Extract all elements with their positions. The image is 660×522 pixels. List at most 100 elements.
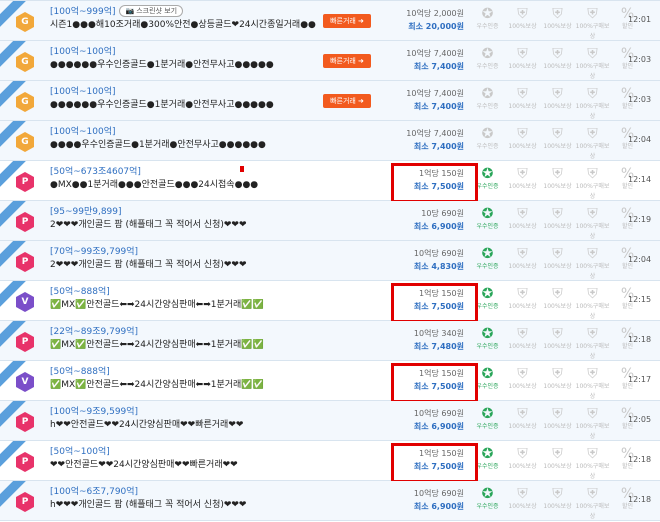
price-range-link[interactable]: [70억~99조9,799억]	[50, 244, 138, 257]
badge-label: 100%구매보상	[575, 23, 610, 40]
range-text[interactable]: [95~99만9,899]	[50, 204, 122, 217]
camera-icon: 📷	[125, 6, 135, 15]
shield-icon: ⛨	[552, 46, 563, 62]
badge-label: 100%보상	[543, 223, 572, 230]
badge-label: 100%구매보상	[575, 303, 610, 320]
listing-description[interactable]: ●MX●●1분거래●●●안전골드●●●24시접속●●●	[50, 178, 320, 192]
shield-icon: ⛨	[517, 366, 528, 382]
listing-description[interactable]: 2❤❤❤개인골드 팜 (해플태그 꼭 적어서 신청)❤❤❤	[50, 258, 320, 272]
badge-label: 100%보상	[543, 183, 572, 190]
range-text[interactable]: [100억~100억]	[50, 84, 115, 97]
listing-description[interactable]: ●●●●●●우수인증골드●1분거래●안전무사고●●●●●	[50, 98, 320, 112]
list-item[interactable]: V [50억~888억] ✅MX✅안전골드⬅➡24시간양심판매⬅➡1분거래✅✅ 1억당…	[0, 361, 660, 403]
minimum-price: 최소 7,500원	[413, 462, 464, 471]
listing-description[interactable]: ✅MX✅안전골드⬅➡24시간양심판매⬅➡1분거래✅✅	[50, 338, 320, 352]
minimum-price: 최소 7,480원	[413, 342, 464, 351]
list-item[interactable]: G [100억~100억] ●●●●●●우수인증골드●1분거래●안전무사고●●●●●…	[0, 41, 660, 81]
ribbon-icon: ✪	[481, 486, 494, 502]
listing-description[interactable]: ●●●●우수인증골드●1분거래●안전무사고●●●●●●	[50, 138, 320, 152]
price-range-link[interactable]: [50억~100억]	[50, 444, 110, 457]
badge-4: % 할인	[610, 286, 645, 322]
price-range-link[interactable]: [50억~888억]	[50, 364, 110, 377]
badge-2: ⛨ 100%보상	[540, 46, 575, 82]
listing-description[interactable]: ●●●●●●우수인증골드●1분거래●안전무사고●●●●●	[50, 58, 320, 72]
fast-trade-button[interactable]: 빠른거래 ➜	[323, 54, 371, 68]
range-text[interactable]: [100억~999억]	[50, 4, 115, 17]
badge-group: ✪ 우수인증 ⛨ 100%보상 ⛨ 100%보상 ⛨ 100%구매보상% 할인	[470, 406, 645, 442]
badge-group: ✪ 우수인증 ⛨ 100%보상 ⛨ 100%보상 ⛨ 100%구매보상% 할인	[470, 486, 645, 522]
badge-0: ✪ 우수인증	[470, 366, 505, 402]
range-text[interactable]: [22억~89조9,799억]	[50, 324, 138, 337]
list-item[interactable]: G [100억~999억] 📷 스크린샷 보기 시즌1●●●해10조거래●300%안전●…	[0, 1, 660, 41]
screenshot-button[interactable]: 📷 스크린샷 보기	[119, 4, 184, 17]
timestamp: 12:05	[628, 415, 652, 424]
badge-4: % 할인	[610, 46, 645, 82]
fast-trade-button[interactable]: 빠른거래 ➜	[323, 14, 371, 28]
listing-description[interactable]: h❤❤안전골드❤❤24시간양심판매❤❤빠른거래❤❤	[50, 418, 320, 432]
range-text[interactable]: [50억~888억]	[50, 364, 110, 377]
badge-4: % 할인	[610, 6, 645, 42]
range-text[interactable]: [50억~100억]	[50, 444, 110, 457]
shield-icon: ⛨	[517, 166, 528, 182]
shield-icon: ⛨	[587, 486, 598, 502]
badge-label: 100%구매보상	[575, 263, 610, 280]
price-block: 10억당 690원 최소 4,830원	[384, 248, 464, 274]
minimum-price: 최소 7,400원	[413, 142, 464, 151]
range-text[interactable]: [70억~99조9,799억]	[50, 244, 138, 257]
price-range-link[interactable]: [100억~100억]	[50, 44, 115, 57]
unit-rate: 10억당 690원	[413, 409, 464, 418]
list-item[interactable]: P [70억~99조9,799억] 2❤❤❤개인골드 팜 (해플태그 꼭 적어서 신…	[0, 241, 660, 281]
price-range-link[interactable]: [100억~100억]	[50, 84, 115, 97]
listing-description[interactable]: ✅MX✅안전골드⬅➡24시간양심판매⬅➡1분거래✅✅	[50, 298, 320, 312]
unit-rate: 10당 690원	[421, 209, 464, 218]
listing-description[interactable]: 시즌1●●●해10조거래●300%안전●상등골드❤24시간종일거래●●	[50, 18, 320, 32]
list-item[interactable]: P [100억~9조9,599억] h❤❤안전골드❤❤24시간양심판매❤❤빠른거래❤…	[0, 401, 660, 441]
range-text[interactable]: [100억~100억]	[50, 124, 115, 137]
badge-label: 우수인증	[476, 183, 499, 190]
list-item[interactable]: P [100억~6조7,790억] h❤❤❤개인골드 팜 (해플태그 꼭 적어서 신…	[0, 481, 660, 521]
price-range-link[interactable]: [50억~888억]	[50, 284, 110, 297]
shield-icon: ⛨	[587, 166, 598, 182]
badge-label: 100%구매보상	[575, 503, 610, 520]
list-item[interactable]: P [50억~673조4607억] ●MX●●1분거래●●●안전골드●●●24시접속…	[0, 161, 660, 203]
badge-label: 우수인증	[476, 303, 499, 310]
range-text[interactable]: [50억~888억]	[50, 284, 110, 297]
badge-1: ⛨ 100%보상	[505, 446, 540, 482]
timestamp: 12:17	[628, 375, 652, 384]
badge-1: ⛨ 100%보상	[505, 366, 540, 402]
unit-rate: 1억당 150원	[419, 449, 464, 458]
list-item[interactable]: V [50억~888억] ✅MX✅안전골드⬅➡24시간양심판매⬅➡1분거래✅✅ 1억당…	[0, 281, 660, 323]
badge-label: 100%보상	[508, 423, 537, 430]
badge-label: 100%구매보상	[575, 63, 610, 80]
unit-rate: 10억당 690원	[413, 489, 464, 498]
badge-0: ✪ 우수인증	[470, 446, 505, 482]
listing-description[interactable]: ❤❤안전골드❤❤24시간양심판매❤❤빠른거래❤❤	[50, 458, 320, 472]
ribbon-icon: ✪	[481, 46, 494, 62]
shield-icon: ⛨	[552, 326, 563, 342]
price-range-link[interactable]: [100억~9조9,599억]	[50, 404, 138, 417]
list-item[interactable]: G [100억~100억] ●●●●우수인증골드●1분거래●안전무사고●●●●●● 1…	[0, 121, 660, 161]
price-range-link[interactable]: [100억~100억]	[50, 124, 115, 137]
listing-description[interactable]: 2❤❤❤개인골드 팜 (해플태그 꼭 적어서 신청)❤❤❤	[50, 218, 320, 232]
listing-description[interactable]: ✅MX✅안전골드⬅➡24시간양심판매⬅➡1분거래✅✅	[50, 378, 320, 392]
badge-label: 100%보상	[543, 503, 572, 510]
range-text[interactable]: [100억~6조7,790억]	[50, 484, 138, 497]
price-range-link[interactable]: [95~99만9,899]	[50, 204, 122, 217]
listing-description[interactable]: h❤❤❤개인골드 팜 (해플태그 꼭 적어서 신청)❤❤❤	[50, 498, 320, 512]
list-item[interactable]: P [95~99만9,899] 2❤❤❤개인골드 팜 (해플태그 꼭 적어서 신청)…	[0, 201, 660, 241]
list-item[interactable]: G [100억~100억] ●●●●●●우수인증골드●1분거래●안전무사고●●●●●…	[0, 81, 660, 121]
price-range-link[interactable]: [100억~6조7,790억]	[50, 484, 138, 497]
range-text[interactable]: [50억~673조4607억]	[50, 164, 141, 177]
price-range-link[interactable]: [22억~89조9,799억]	[50, 324, 138, 337]
badge-1: ⛨ 100%보상	[505, 246, 540, 282]
price-range-link[interactable]: [100억~999억] 📷 스크린샷 보기	[50, 4, 184, 17]
list-item[interactable]: P [50억~100억] ❤❤안전골드❤❤24시간양심판매❤❤빠른거래❤❤ 1억당 1…	[0, 441, 660, 483]
range-text[interactable]: [100억~100억]	[50, 44, 115, 57]
badge-label: 100%구매보상	[575, 223, 610, 240]
badge-0: ✪ 우수인증	[470, 486, 505, 522]
badge-1: ⛨ 100%보상	[505, 326, 540, 362]
list-item[interactable]: P [22억~89조9,799억] ✅MX✅안전골드⬅➡24시간양심판매⬅➡1분거래…	[0, 321, 660, 361]
range-text[interactable]: [100억~9조9,599억]	[50, 404, 138, 417]
fast-trade-button[interactable]: 빠른거래 ➜	[323, 94, 371, 108]
price-range-link[interactable]: [50억~673조4607억]	[50, 164, 141, 177]
